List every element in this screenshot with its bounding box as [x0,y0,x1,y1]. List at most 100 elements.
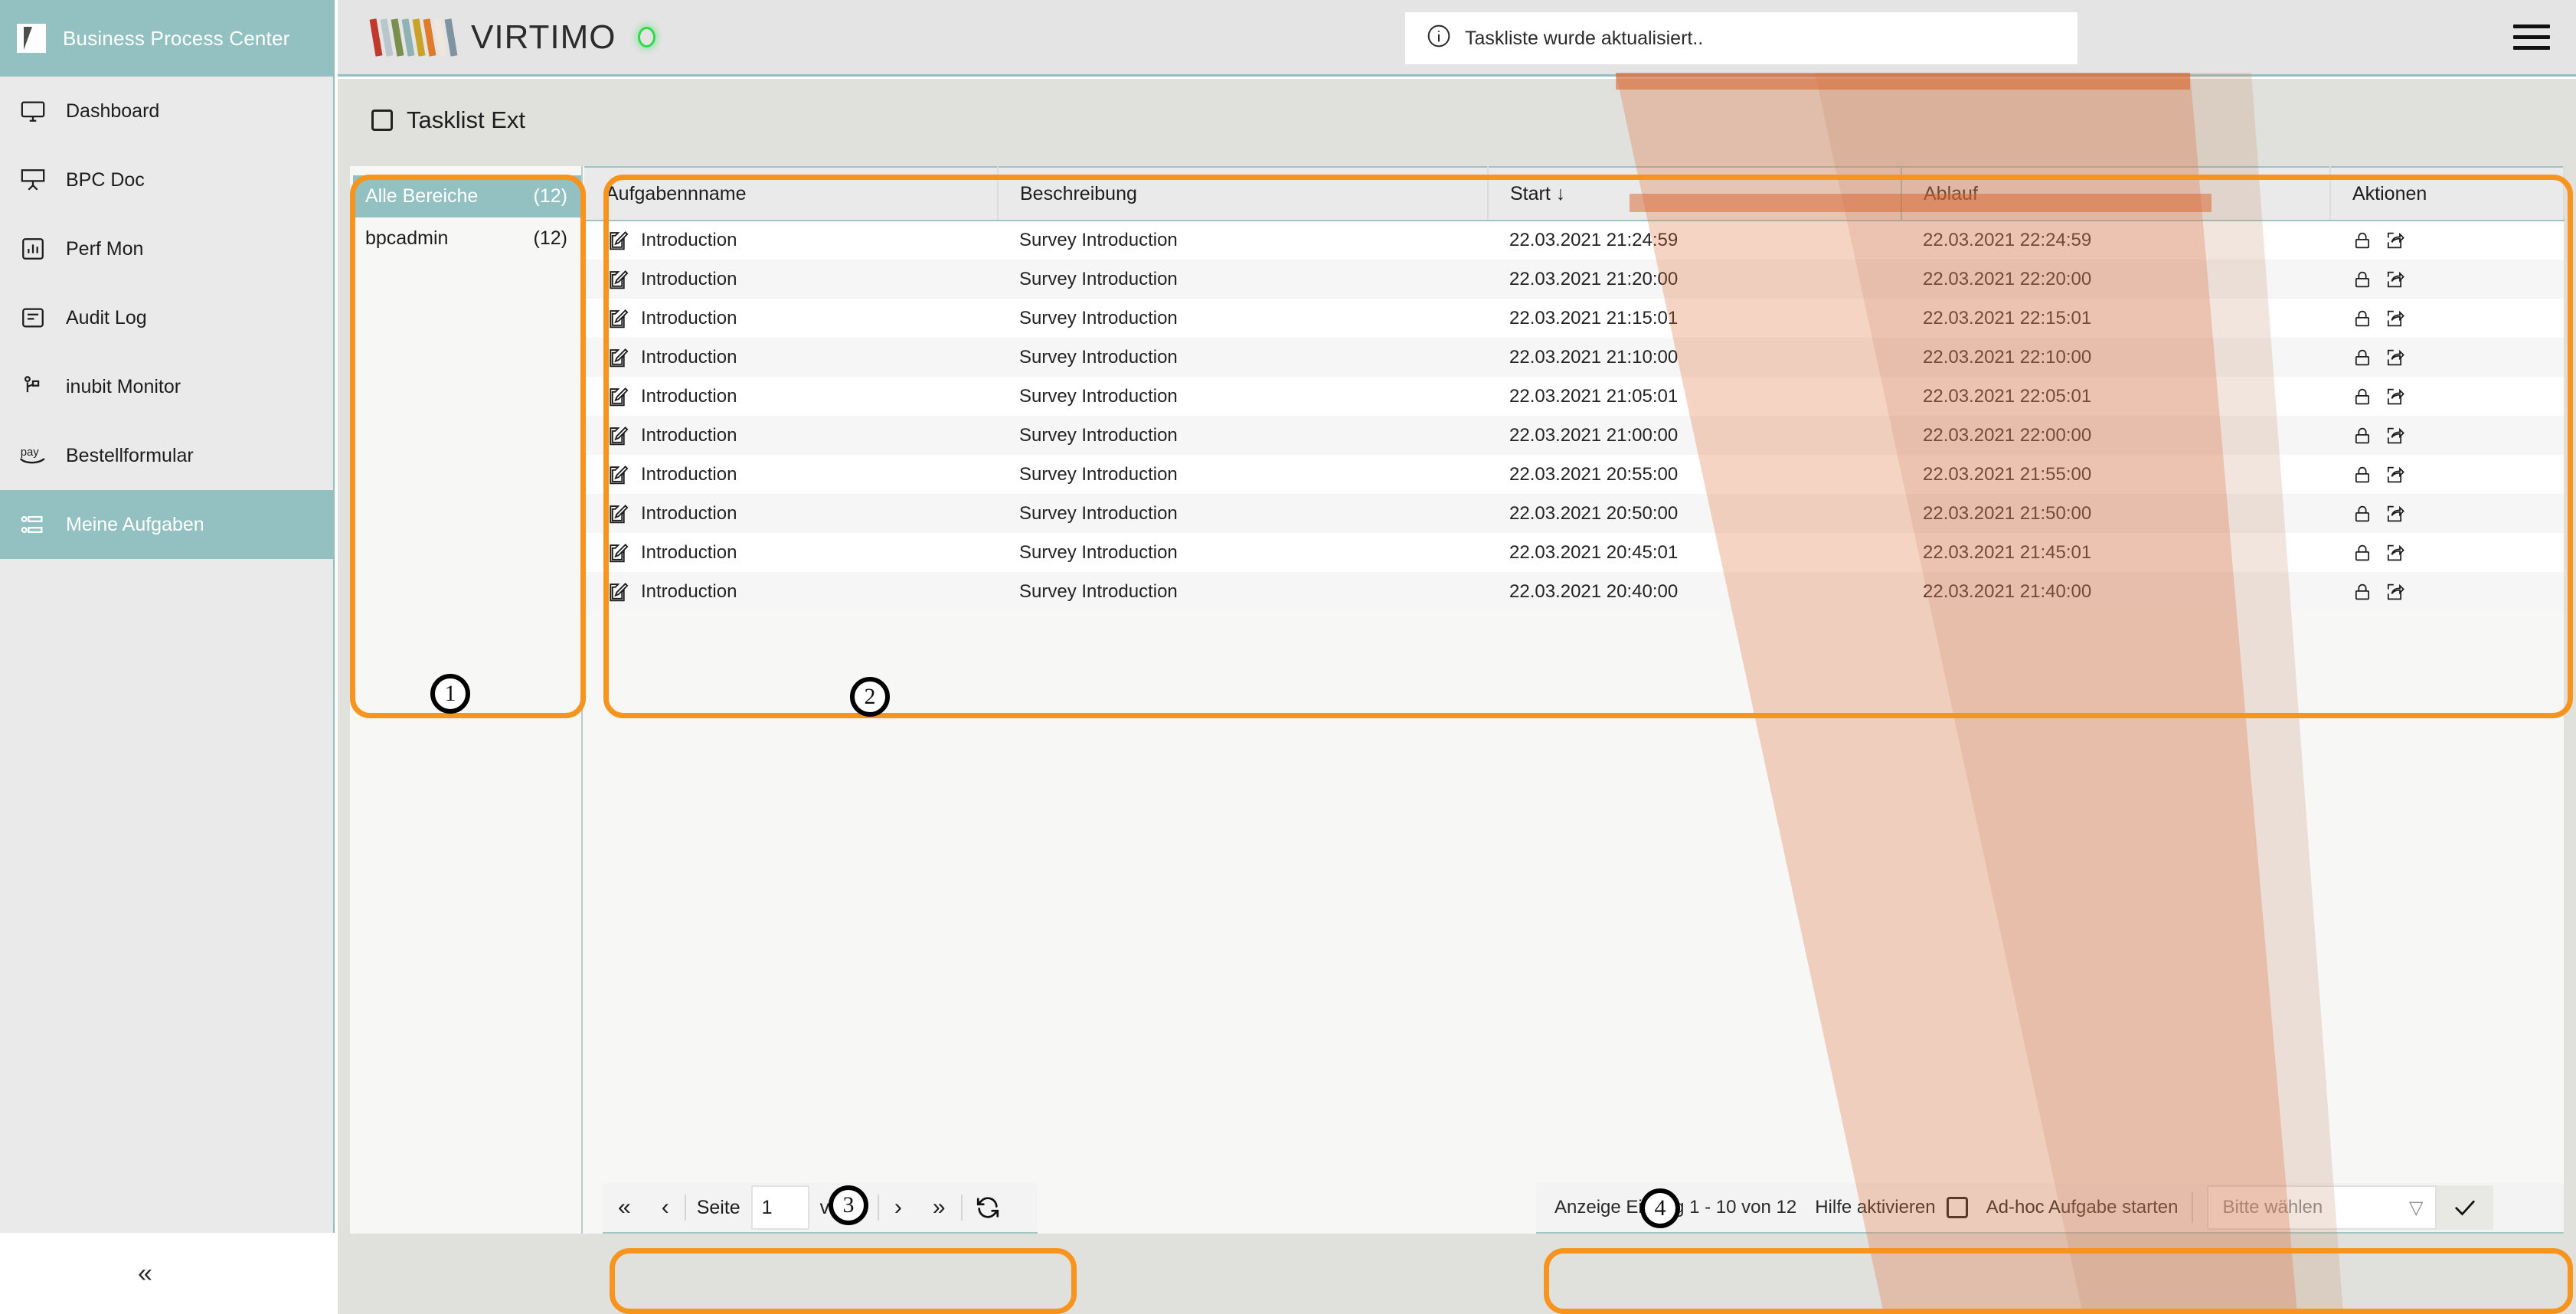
pager-page-input[interactable] [750,1185,809,1230]
cell-actions [2330,572,2564,611]
forward-icon[interactable] [2384,464,2405,485]
forward-icon[interactable] [2384,503,2405,525]
cell-start: 22.03.2021 21:15:01 [1509,307,1679,328]
help-toggle-checkbox[interactable] [1946,1197,1968,1218]
adhoc-task-select[interactable]: Bitte wählen ▽ [2207,1185,2437,1230]
lock-icon[interactable] [2352,230,2373,251]
hamburger-icon[interactable] [2513,25,2550,50]
forward-icon[interactable] [2384,425,2405,446]
page-select-checkbox[interactable] [371,110,393,131]
sidebar-item-meine-aufgaben[interactable]: Meine Aufgaben [0,490,333,559]
edit-task-icon[interactable] [606,541,629,564]
edit-task-icon[interactable] [606,229,629,252]
pager-last-button[interactable]: » [917,1196,961,1219]
adhoc-confirm-button[interactable] [2437,1185,2494,1230]
table-row[interactable]: Introduction Survey Introduction 22.03.202… [584,533,2564,572]
table-row[interactable]: Introduction Survey Introduction 22.03.202… [584,299,2564,338]
content-area: Tasklist Ext Alle Bereiche (12) bpcadmin [338,79,2576,1314]
pager-first-button[interactable]: « [603,1196,646,1219]
column-header-aktionen: Aktionen [2330,166,2565,221]
column-header-beschreibung[interactable]: Beschreibung [998,166,1489,221]
edit-task-icon[interactable] [606,307,629,330]
table-row[interactable]: Introduction Survey Introduction 22.03.202… [584,260,2564,299]
table-row[interactable]: Introduction Survey Introduction 22.03.202… [584,494,2564,533]
facets-panel: Alle Bereiche (12) bpcadmin (12) [350,166,583,1234]
table-header: Aufgabennname Beschreibung Start ↓ Ablau… [584,166,2565,221]
cell-ablauf: 22.03.2021 21:45:01 [1923,541,2092,563]
cell-task-name: Introduction [584,455,998,494]
column-header-aufgabenname[interactable]: Aufgabennname [584,166,999,221]
table-row[interactable]: Introduction Survey Introduction 22.03.202… [584,416,2564,455]
forward-icon[interactable] [2384,347,2405,368]
edit-task-icon[interactable] [606,268,629,291]
sidebar-item-label: Audit Log [66,306,147,328]
lock-icon[interactable] [2352,503,2373,525]
sidebar-brand[interactable]: Business Process Center [0,0,333,77]
cell-start: 22.03.2021 21:05:01 [1509,385,1679,407]
lock-icon[interactable] [2352,269,2373,290]
task-name-label: Introduction [641,541,737,563]
lock-icon[interactable] [2352,308,2373,329]
table-row[interactable]: Introduction Survey Introduction 22.03.202… [584,221,2564,260]
sidebar-item-bestellformular[interactable]: pay Bestellformular [0,421,333,490]
column-header-start[interactable]: Start ↓ [1487,166,1902,221]
cell-task-name: Introduction [584,377,998,416]
sidebar-item-dashboard[interactable]: Dashboard [0,77,333,145]
forward-icon[interactable] [2384,386,2405,407]
pager-next-button[interactable]: › [879,1196,917,1219]
table-row[interactable]: Introduction Survey Introduction 22.03.202… [584,377,2564,416]
hamburger-bar [2513,46,2550,50]
pager-prev-button[interactable]: ‹ [646,1196,685,1219]
facet-item-bpcadmin[interactable]: bpcadmin (12) [353,217,581,260]
virtimo-logo: VIRTIMO [368,16,655,59]
task-name-label: Introduction [641,580,737,602]
sidebar-item-perf-mon[interactable]: Perf Mon [0,214,333,283]
edit-task-icon[interactable] [606,346,629,369]
cell-description: Survey Introduction [1019,307,1178,328]
forward-icon[interactable] [2384,542,2405,564]
task-name-label: Introduction [641,268,737,289]
edit-task-icon[interactable] [606,385,629,408]
lock-icon[interactable] [2352,425,2373,446]
cell-description: Survey Introduction [1019,385,1178,407]
cell-description: Survey Introduction [1019,268,1178,289]
info-icon [1427,24,1451,54]
sidebar-collapse-button[interactable]: « [0,1233,335,1314]
inubit-icon [18,372,47,401]
lock-icon[interactable] [2352,464,2373,485]
refresh-icon[interactable] [963,1195,1016,1221]
bar-chart-icon [18,234,47,263]
tasklist-panel: Alle Bereiche (12) bpcadmin (12) Aufgabe… [350,166,2565,1234]
edit-task-icon[interactable] [606,502,629,525]
table-row[interactable]: Introduction Survey Introduction 22.03.202… [584,572,2564,611]
lock-icon[interactable] [2352,347,2373,368]
table-row[interactable]: Introduction Survey Introduction 22.03.202… [584,455,2564,494]
edit-task-icon[interactable] [606,463,629,486]
edit-task-icon[interactable] [606,580,629,603]
cell-task-name: Introduction [584,572,998,611]
svg-text:pay: pay [21,446,40,459]
lock-icon[interactable] [2352,581,2373,603]
facet-item-alle-bereiche[interactable]: Alle Bereiche (12) [353,175,581,217]
forward-icon[interactable] [2384,308,2405,329]
lock-icon[interactable] [2352,386,2373,407]
sort-desc-icon: ↓ [1555,182,1566,204]
page-title-label: Tasklist Ext [407,106,526,133]
sidebar-item-inubit-monitor[interactable]: inubit Monitor [0,352,333,421]
sidebar-item-bpc-doc[interactable]: BPC Doc [0,145,333,214]
forward-icon[interactable] [2384,269,2405,290]
cell-description: Survey Introduction [1019,424,1178,446]
table-header-row: Aufgabennname Beschreibung Start ↓ Ablau… [584,166,2565,221]
topbar: VIRTIMO Taskliste wurde aktualisiert.. [338,0,2576,77]
forward-icon[interactable] [2384,230,2405,251]
cell-start: 22.03.2021 20:50:00 [1509,502,1679,524]
cell-ablauf: 22.03.2021 22:10:00 [1923,346,2092,368]
cell-ablauf: 22.03.2021 22:20:00 [1923,268,2092,289]
table-row[interactable]: Introduction Survey Introduction 22.03.202… [584,338,2564,377]
column-header-ablauf[interactable]: Ablauf [1901,166,2331,221]
sidebar-item-audit-log[interactable]: Audit Log [0,283,333,352]
forward-icon[interactable] [2384,581,2405,603]
lock-icon[interactable] [2352,542,2373,564]
edit-task-icon[interactable] [606,424,629,447]
task-name-label: Introduction [641,230,737,250]
